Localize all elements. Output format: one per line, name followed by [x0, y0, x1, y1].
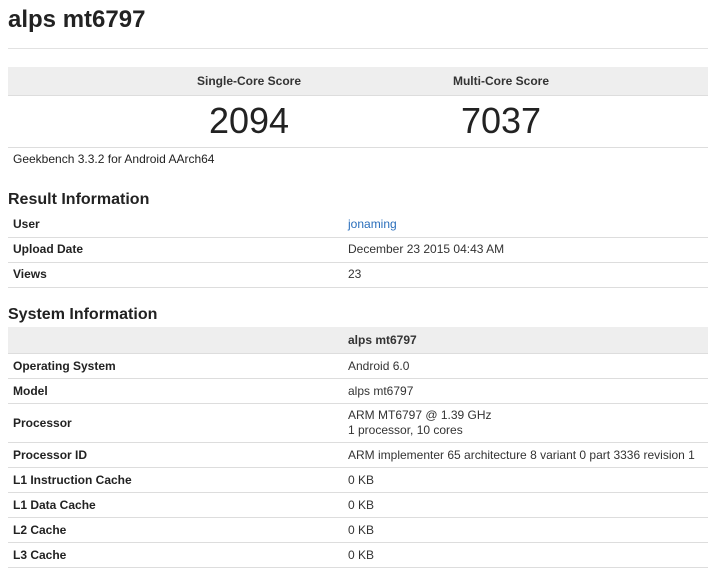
row-label: L3 Cache: [8, 542, 343, 568]
multi-core-score: 7037: [460, 100, 542, 141]
table-row: L2 Cache 0 KB: [8, 517, 708, 543]
row-value: 0 KB: [343, 517, 708, 543]
user-link[interactable]: jonaming: [348, 217, 397, 231]
page-title: alps mt6797: [8, 6, 146, 33]
single-core-label: Single-Core Score: [196, 74, 302, 88]
score-divider: [8, 147, 708, 148]
row-value: 0 KB: [343, 492, 708, 518]
table-row: L3 Cache 0 KB: [8, 542, 708, 568]
result-information-table: User jonaming Upload Date December 23 20…: [8, 212, 708, 288]
row-value: ARM implementer 65 architecture 8 varian…: [343, 442, 708, 468]
table-row: L1 Data Cache 0 KB: [8, 492, 708, 518]
table-row: L1 Instruction Cache 0 KB: [8, 467, 708, 493]
processor-cores: 1 processor, 10 cores: [348, 423, 463, 437]
table-row: Views 23: [8, 262, 708, 288]
row-label: L1 Data Cache: [8, 492, 343, 518]
row-label: Processor ID: [8, 442, 343, 468]
row-label: L1 Instruction Cache: [8, 467, 343, 493]
multi-core-label: Multi-Core Score: [452, 74, 549, 88]
header-blank: [8, 327, 343, 354]
row-value: 0 KB: [343, 542, 708, 568]
system-information-heading: System Information: [8, 306, 158, 323]
device-column-header: alps mt6797: [343, 327, 708, 354]
row-value: jonaming: [343, 212, 708, 238]
row-value: 23: [343, 262, 708, 288]
row-label: Upload Date: [8, 237, 343, 263]
table-row: Model alps mt6797: [8, 378, 708, 404]
row-label: L2 Cache: [8, 517, 343, 543]
row-value: ARM MT6797 @ 1.39 GHz 1 processor, 10 co…: [343, 403, 708, 443]
table-row: Processor ID ARM implementer 65 architec…: [8, 442, 708, 468]
table-row: Upload Date December 23 2015 04:43 AM: [8, 237, 708, 263]
row-label: Operating System: [8, 353, 343, 379]
table-row: Processor ARM MT6797 @ 1.39 GHz 1 proces…: [8, 403, 708, 443]
title-divider: [8, 48, 708, 49]
system-information-table: alps mt6797 Operating System Android 6.0…: [8, 327, 708, 568]
benchmark-version: Geekbench 3.3.2 for Android AArch64: [13, 152, 215, 166]
table-row: User jonaming: [8, 212, 708, 238]
row-value: Android 6.0: [343, 353, 708, 379]
row-value: alps mt6797: [343, 378, 708, 404]
row-value: December 23 2015 04:43 AM: [343, 237, 708, 263]
single-core-score: 2094: [208, 100, 290, 141]
row-label: Processor: [8, 403, 343, 443]
table-header-row: alps mt6797: [8, 327, 708, 354]
result-information-heading: Result Information: [8, 191, 150, 208]
row-value: 0 KB: [343, 467, 708, 493]
table-row: Operating System Android 6.0: [8, 353, 708, 379]
row-label: Views: [8, 262, 343, 288]
row-label: User: [8, 212, 343, 238]
row-label: Model: [8, 378, 343, 404]
processor-name: ARM MT6797 @ 1.39 GHz: [348, 408, 492, 422]
score-header: Single-Core Score Multi-Core Score: [8, 67, 708, 96]
